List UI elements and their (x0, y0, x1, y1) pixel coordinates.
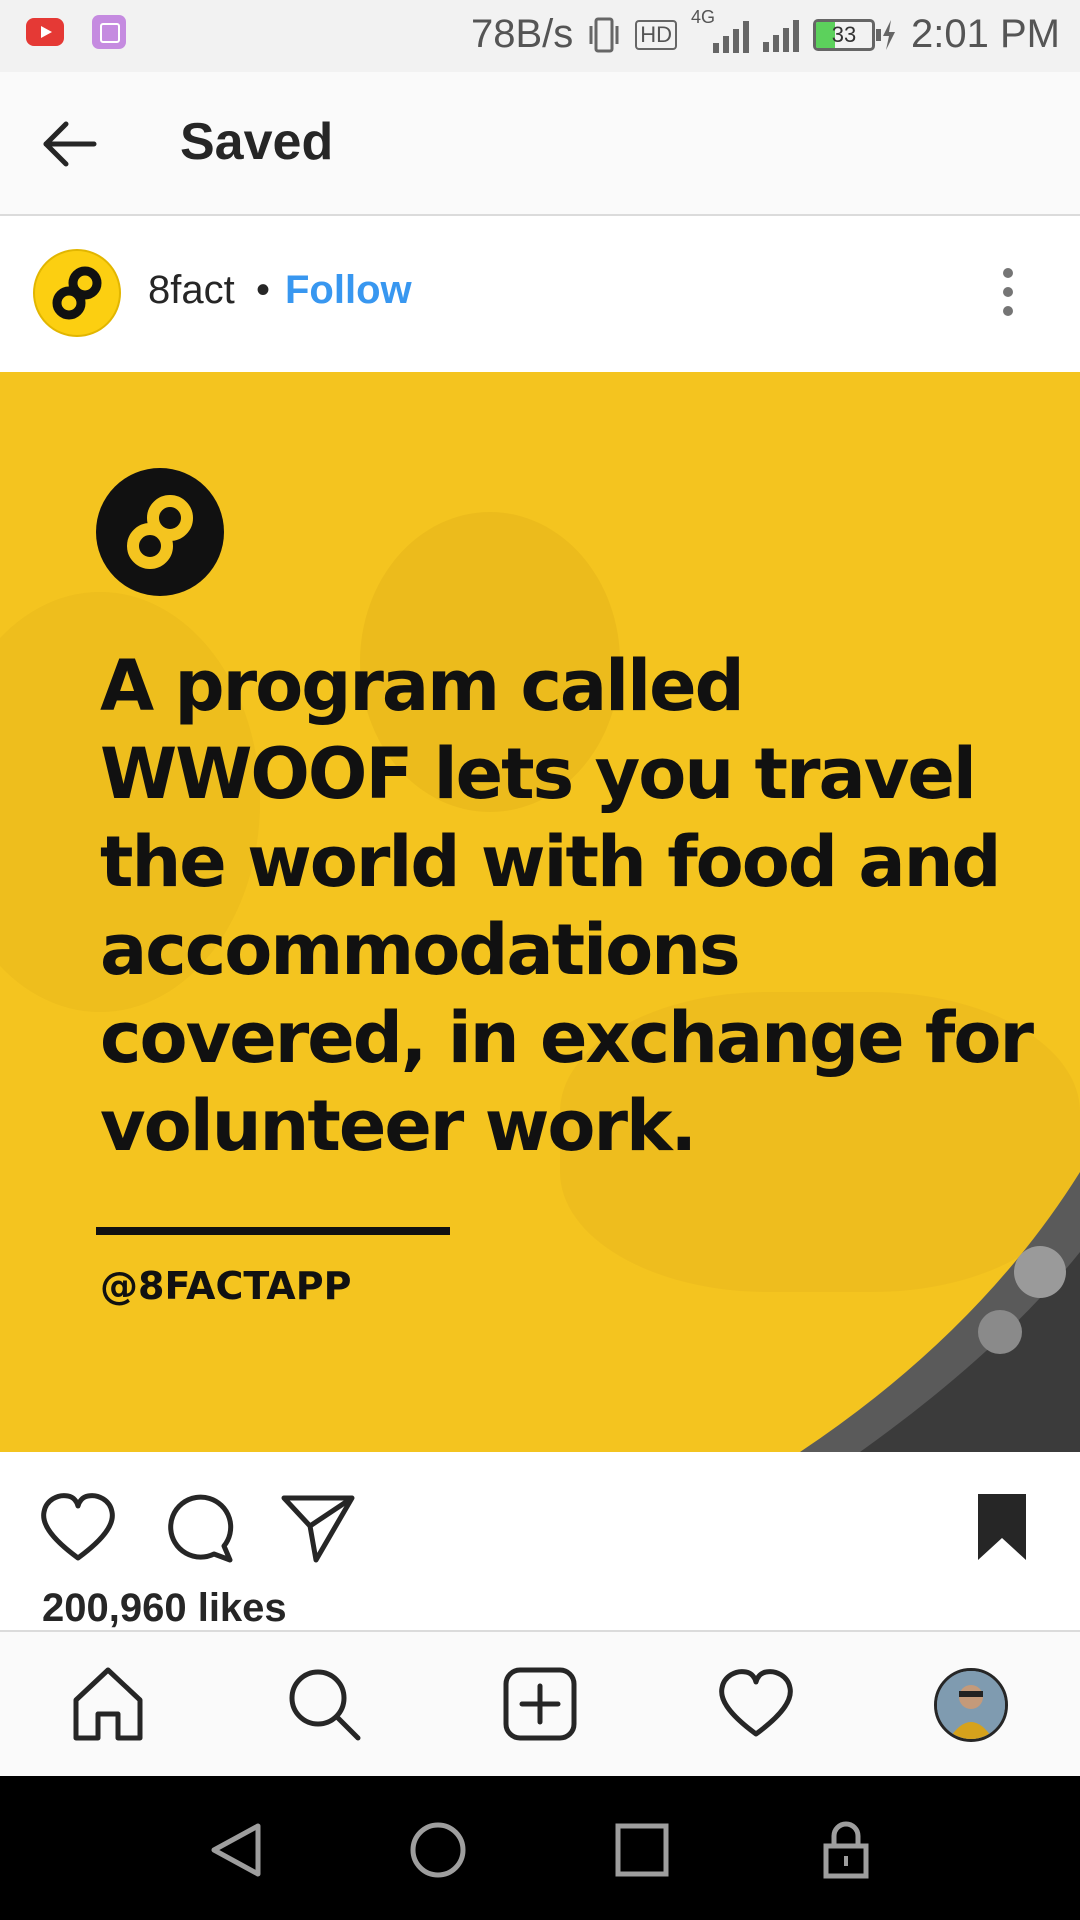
net-speed: 78B/s (470, 12, 574, 56)
8fact-logo (96, 468, 224, 596)
activity-heart-icon (719, 1669, 793, 1737)
app-header: Saved (0, 72, 1080, 216)
vibrate-icon (589, 17, 619, 52)
gallery-notification-icon (92, 15, 126, 49)
fact-line: the world with food and (100, 821, 1002, 903)
clock: 2:01 PM (911, 12, 1060, 56)
post-image[interactable]: A program called WWOOF lets you travel t… (0, 372, 1080, 1452)
nav-search[interactable] (284, 1664, 364, 1744)
add-post-icon (503, 1667, 577, 1741)
post-username[interactable]: 8fact (148, 268, 235, 313)
separator-dot: • (256, 268, 271, 312)
comment-icon (168, 1494, 234, 1563)
system-home-button[interactable] (408, 1820, 468, 1880)
share-button[interactable] (278, 1488, 358, 1568)
more-options-button[interactable] (990, 268, 1026, 324)
battery-icon: 33 (813, 18, 897, 51)
home-icon (73, 1667, 143, 1741)
charging-icon (883, 19, 896, 50)
hd-badge: HD (635, 19, 678, 50)
youtube-notification-icon (26, 18, 64, 46)
nav-home[interactable] (68, 1664, 148, 1744)
heart-icon (41, 1493, 115, 1561)
search-icon (289, 1669, 361, 1741)
signal-strength-icon (763, 18, 800, 52)
save-button[interactable] (962, 1488, 1042, 1568)
status-bar: 78B/s HD 4G 33 2:01 PM (0, 0, 1080, 72)
battery-level: 33 (831, 21, 857, 47)
nav-activity[interactable] (716, 1664, 796, 1744)
avatar[interactable] (33, 249, 121, 337)
divider (96, 1227, 450, 1235)
comment-button[interactable] (158, 1488, 238, 1568)
network-type: 4G (691, 6, 716, 27)
fact-line: A program called (100, 645, 745, 727)
post-actions: 200,960 likes (0, 1452, 1080, 1632)
post-header: 8fact • Follow (0, 216, 1080, 372)
home-circle-icon (410, 1822, 466, 1878)
system-back-button[interactable] (206, 1820, 266, 1880)
system-nav-bar (0, 1776, 1080, 1920)
back-triangle-icon (211, 1823, 261, 1877)
8fact-logo-icon (127, 495, 193, 569)
page-title: Saved (180, 113, 334, 171)
bookmark-icon (978, 1494, 1026, 1560)
recents-square-icon (615, 1823, 669, 1877)
fact-line: covered, in exchange for (100, 997, 1034, 1079)
back-button[interactable] (38, 116, 102, 172)
bottom-nav (0, 1630, 1080, 1776)
system-lock-button[interactable] (816, 1820, 876, 1880)
fact-line: volunteer work. (100, 1085, 697, 1167)
arrow-left-icon (43, 121, 97, 167)
8fact-logo-icon (52, 266, 102, 320)
lock-icon (823, 1821, 869, 1879)
follow-button[interactable]: Follow (285, 268, 412, 313)
share-icon (281, 1495, 355, 1563)
fact-handle: @8FACTAPP (100, 1264, 352, 1308)
system-recents-button[interactable] (612, 1820, 672, 1880)
profile-avatar (937, 1671, 1005, 1739)
fact-line: WWOOF lets you travel (100, 733, 977, 815)
nav-profile-avatar[interactable] (934, 1668, 1008, 1742)
fact-line: accommodations (100, 909, 741, 991)
nav-add-post[interactable] (500, 1664, 580, 1744)
likes-count[interactable]: 200,960 likes (42, 1586, 287, 1631)
like-button[interactable] (38, 1488, 118, 1568)
fact-text: A program called WWOOF lets you travel t… (100, 642, 1034, 1170)
network-4g-signal: 4G (691, 7, 750, 55)
